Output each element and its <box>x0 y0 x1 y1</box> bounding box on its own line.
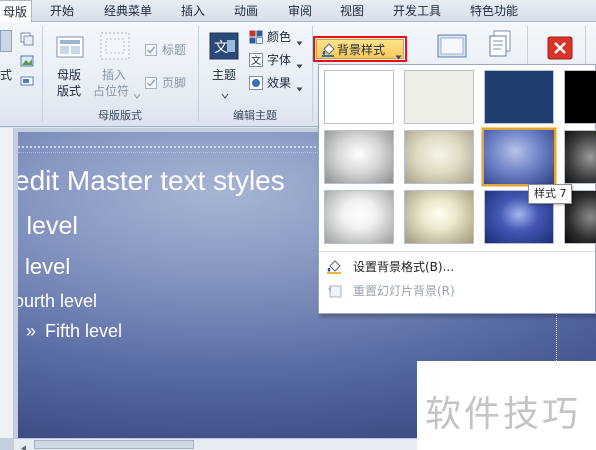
effects-label[interactable]: 效果 <box>267 76 291 90</box>
body-level-1[interactable]: edit Master text styles <box>18 165 285 197</box>
picture-icon[interactable] <box>20 54 34 68</box>
layout-icon <box>0 30 12 52</box>
background-style-1[interactable] <box>324 70 394 124</box>
chevron-down-icon[interactable] <box>296 35 303 46</box>
background-styles-label[interactable]: 背景样式 <box>337 43 385 57</box>
format-background-menu-item[interactable]: 设置背景格式(B)... <box>319 255 596 279</box>
partial-style-label: 式 <box>0 68 13 82</box>
background-style-2[interactable] <box>404 70 474 124</box>
background-style-5[interactable] <box>324 130 394 184</box>
insert-placeholder-label-1: 插入 <box>102 68 127 82</box>
background-styles-button-face[interactable]: 背景样式 <box>316 39 404 60</box>
background-style-9[interactable] <box>324 190 394 244</box>
paint-bucket-icon <box>321 43 335 57</box>
master-layout-label-1[interactable]: 母版 <box>57 68 81 82</box>
footer-checkbox[interactable] <box>145 77 157 89</box>
watermark-text: 软件技巧 <box>425 394 582 435</box>
tab-developer[interactable]: 开发工具 <box>393 0 441 22</box>
rename-icon[interactable] <box>20 74 34 88</box>
body-level-3[interactable]: l level <box>18 254 70 280</box>
footer-checkbox-label: 页脚 <box>162 76 187 90</box>
page-setup-icon[interactable] <box>488 30 514 58</box>
menu-separator <box>319 251 595 252</box>
chevron-down-icon <box>133 88 141 99</box>
tab-view[interactable]: 视图 <box>340 0 364 22</box>
insert-placeholder-icon <box>100 32 130 60</box>
reset-background-menu-item: 重置幻灯片背景(R) <box>319 279 596 303</box>
style-tooltip: 样式 7 <box>528 184 572 204</box>
tab-animation[interactable]: 动画 <box>234 0 258 22</box>
master-layout-group-label: 母版版式 <box>98 109 142 122</box>
chevron-down-icon[interactable] <box>395 49 402 60</box>
background-styles-button[interactable]: 背景样式 <box>313 36 407 62</box>
background-style-7-selected[interactable] <box>482 128 556 186</box>
format-background-label[interactable]: 设置背景格式(B)... <box>353 255 454 279</box>
insert-placeholder-label-2: 占位符 <box>93 84 130 98</box>
title-checkbox-label: 标题 <box>162 43 187 57</box>
title-checkbox[interactable] <box>145 44 157 56</box>
svg-text:文: 文 <box>251 54 261 67</box>
fonts-label[interactable]: 字体 <box>267 53 291 67</box>
theme-icon[interactable]: 文 <box>209 32 239 60</box>
effects-icon[interactable] <box>249 76 263 90</box>
tab-home[interactable]: 开始 <box>50 0 74 22</box>
theme-label[interactable]: 主题 <box>212 68 236 82</box>
close-master-view-icon[interactable] <box>547 36 573 60</box>
chevron-down-icon[interactable] <box>296 81 303 92</box>
background-style-8[interactable] <box>564 130 596 184</box>
body-level-2[interactable]: l level <box>18 212 78 241</box>
background-style-4[interactable] <box>564 70 596 124</box>
tab-insert[interactable]: 插入 <box>181 0 205 22</box>
paint-bucket-icon <box>326 259 342 275</box>
tab-classic-menu[interactable]: 经典菜单 <box>104 0 152 22</box>
reset-slide-icon <box>326 283 342 299</box>
master-layout-label-2[interactable]: 版式 <box>57 84 81 98</box>
watermark: 软件技巧 <box>417 361 596 450</box>
edit-theme-group-label: 编辑主题 <box>233 109 277 122</box>
scroll-left-icon[interactable] <box>20 441 28 450</box>
tab-special-features[interactable]: 特色功能 <box>470 0 518 22</box>
copy-icon[interactable] <box>20 32 34 46</box>
background-style-3[interactable] <box>484 70 554 124</box>
reset-background-label: 重置幻灯片背景(R) <box>353 284 455 298</box>
body-level-5[interactable]: Fifth level <box>45 321 122 342</box>
background-style-6[interactable] <box>404 130 474 184</box>
chevron-down-icon[interactable] <box>221 88 229 99</box>
svg-text:文: 文 <box>214 40 228 56</box>
slide-size-icon[interactable] <box>437 34 467 58</box>
tab-master[interactable]: 母版 <box>0 0 33 23</box>
master-layout-icon[interactable] <box>56 36 84 58</box>
scroll-thumb[interactable] <box>34 440 194 449</box>
colors-label[interactable]: 颜色 <box>267 30 291 44</box>
body-level-4[interactable]: ourth level <box>18 291 97 312</box>
fonts-icon[interactable]: 文 <box>249 53 263 67</box>
colors-icon[interactable] <box>249 30 263 44</box>
background-style-10[interactable] <box>404 190 474 244</box>
tab-review[interactable]: 审阅 <box>288 0 312 22</box>
body-level-5-bullet: » <box>26 321 37 341</box>
chevron-down-icon[interactable] <box>296 58 303 69</box>
thumbnail-pane-edge[interactable] <box>0 128 14 438</box>
ribbon-tab-bar: 母版 开始 经典菜单 插入 动画 审阅 视图 开发工具 特色功能 <box>0 0 596 23</box>
